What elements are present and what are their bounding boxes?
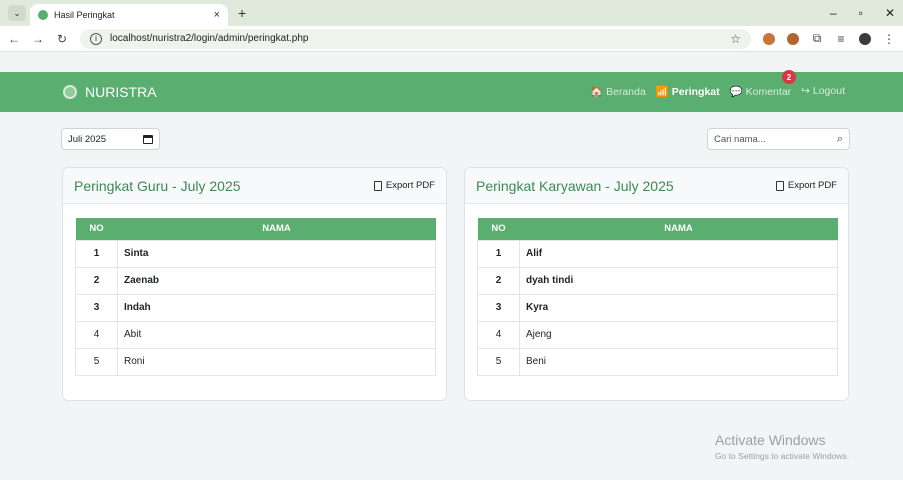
nav-beranda[interactable]: 🏠 Beranda	[590, 85, 646, 98]
window-controls: – ▫ ✕	[830, 0, 903, 26]
ranking-table: NO NAMA 1 Alif 2 dyah tindi 3 Kyra 4 Ajeng 5…	[477, 218, 838, 376]
table-row: 3 Indah	[75, 293, 436, 322]
row-nama: Zaenab	[117, 266, 436, 295]
card-title: Peringkat Guru - July 2025	[74, 177, 241, 194]
row-nama: Ajeng	[519, 320, 838, 349]
nav-logout[interactable]: ↪ Logout	[801, 85, 845, 98]
brand-logo-icon	[63, 85, 77, 99]
row-no: 5	[75, 347, 118, 376]
row-nama: Indah	[117, 293, 436, 322]
row-no: 2	[477, 266, 520, 295]
table-row: 2 dyah tindi	[477, 266, 838, 295]
profile-avatar[interactable]	[859, 32, 871, 45]
export-pdf-button[interactable]: Export PDF	[775, 180, 837, 191]
month-picker[interactable]: Juli 2025	[61, 128, 160, 150]
table-row: 3 Kyra	[477, 293, 838, 322]
brand[interactable]: NURISTRA	[63, 84, 157, 100]
table-row: 4 Abit	[75, 320, 436, 349]
ranking-table: NO NAMA 1 Sinta 2 Zaenab 3 Indah 4 Abit 5 Ron…	[75, 218, 436, 376]
favicon-icon	[38, 10, 48, 20]
pdf-file-icon	[373, 180, 382, 191]
app-navbar: NURISTRA 🏠 Beranda 📶 Peringkat 💬 Komenta…	[0, 72, 903, 112]
extension-cookie-icon[interactable]	[787, 32, 799, 45]
browser-tab[interactable]: Hasil Peringkat ×	[30, 4, 228, 26]
row-no: 4	[477, 320, 520, 349]
watermark-subtitle: Go to Settings to activate Windows.	[715, 451, 850, 461]
month-value: Juli 2025	[68, 133, 107, 145]
table-row: 1 Sinta	[75, 239, 436, 268]
browser-tabstrip: ⌄ Hasil Peringkat × + – ▫ ✕	[0, 0, 903, 26]
row-no: 5	[477, 347, 520, 376]
site-info-icon[interactable]: i	[90, 32, 102, 45]
row-no: 3	[75, 293, 118, 322]
column-header-no: NO	[75, 218, 118, 240]
search-icon[interactable]: ⌕	[837, 133, 843, 146]
back-arrow-icon[interactable]: ←	[8, 32, 20, 46]
row-nama: Roni	[117, 347, 436, 376]
search-placeholder: Cari nama...	[714, 133, 766, 145]
tab-title: Hasil Peringkat	[54, 10, 115, 20]
row-nama: Beni	[519, 347, 838, 376]
maximize-button[interactable]: ▫	[859, 6, 863, 20]
export-pdf-button[interactable]: Export PDF	[373, 180, 435, 191]
row-nama: Alif	[519, 239, 838, 268]
row-nama: Kyra	[519, 293, 838, 322]
row-no: 2	[75, 266, 118, 295]
tab-search-chevron-icon[interactable]: ⌄	[8, 5, 26, 21]
url-text: localhost/nuristra2/login/admin/peringka…	[110, 33, 309, 44]
new-tab-button[interactable]: +	[238, 5, 246, 21]
card-header: Peringkat Karyawan - July 2025 Export PD…	[465, 168, 848, 204]
search-input[interactable]: Cari nama... ⌕	[707, 128, 850, 150]
calendar-icon[interactable]	[143, 134, 153, 144]
column-header-nama: NAMA	[117, 218, 436, 240]
table-row: 5 Roni	[75, 347, 436, 376]
row-no: 3	[477, 293, 520, 322]
row-nama: Abit	[117, 320, 436, 349]
komentar-count-badge: 2	[782, 70, 796, 84]
nav-komentar[interactable]: 💬 Komentar	[730, 85, 792, 98]
row-no: 4	[75, 320, 118, 349]
browser-menu-icon[interactable]: ⋮	[883, 32, 895, 46]
row-no: 1	[75, 239, 118, 268]
activate-windows-watermark: Activate Windows Go to Settings to activ…	[715, 432, 849, 461]
nav-peringkat[interactable]: 📶 Peringkat	[656, 85, 720, 98]
row-nama: dyah tindi	[519, 266, 838, 295]
table-row: 1 Alif	[477, 239, 838, 268]
card-header: Peringkat Guru - July 2025 Export PDF	[63, 168, 446, 204]
table-row: 2 Zaenab	[75, 266, 436, 295]
brand-name: NURISTRA	[85, 84, 157, 100]
card-title: Peringkat Karyawan - July 2025	[476, 177, 674, 194]
forward-arrow-icon[interactable]: →	[32, 32, 44, 46]
export-pdf-label: Export PDF	[787, 180, 837, 191]
reload-icon[interactable]: ↻	[56, 32, 68, 46]
address-bar-row: ← → ↻ i localhost/nuristra2/login/admin/…	[0, 26, 903, 52]
pdf-file-icon	[775, 180, 784, 191]
row-nama: Sinta	[117, 239, 436, 268]
bookmark-star-icon[interactable]: ☆	[730, 32, 741, 46]
watermark-title: Activate Windows	[715, 432, 826, 448]
card-peringkat-karyawan: Peringkat Karyawan - July 2025 Export PD…	[464, 167, 849, 401]
table-row: 5 Beni	[477, 347, 838, 376]
card-peringkat-guru: Peringkat Guru - July 2025 Export PDF NO…	[62, 167, 447, 401]
tab-close-icon[interactable]: ×	[214, 9, 220, 21]
row-no: 1	[477, 239, 520, 268]
table-row: 4 Ajeng	[477, 320, 838, 349]
extension-cookie-icon[interactable]	[763, 32, 775, 45]
column-header-no: NO	[477, 218, 520, 240]
close-window-button[interactable]: ✕	[885, 6, 895, 20]
minimize-button[interactable]: –	[830, 6, 837, 20]
column-header-nama: NAMA	[519, 218, 838, 240]
extensions-puzzle-icon[interactable]: ⧉	[811, 31, 823, 46]
url-field[interactable]: i localhost/nuristra2/login/admin/pering…	[80, 28, 751, 49]
nav-links: 🏠 Beranda 📶 Peringkat 💬 Komentar ↪ Logou…	[590, 85, 845, 98]
reading-list-icon[interactable]: ≡	[835, 32, 847, 46]
export-pdf-label: Export PDF	[385, 180, 435, 191]
